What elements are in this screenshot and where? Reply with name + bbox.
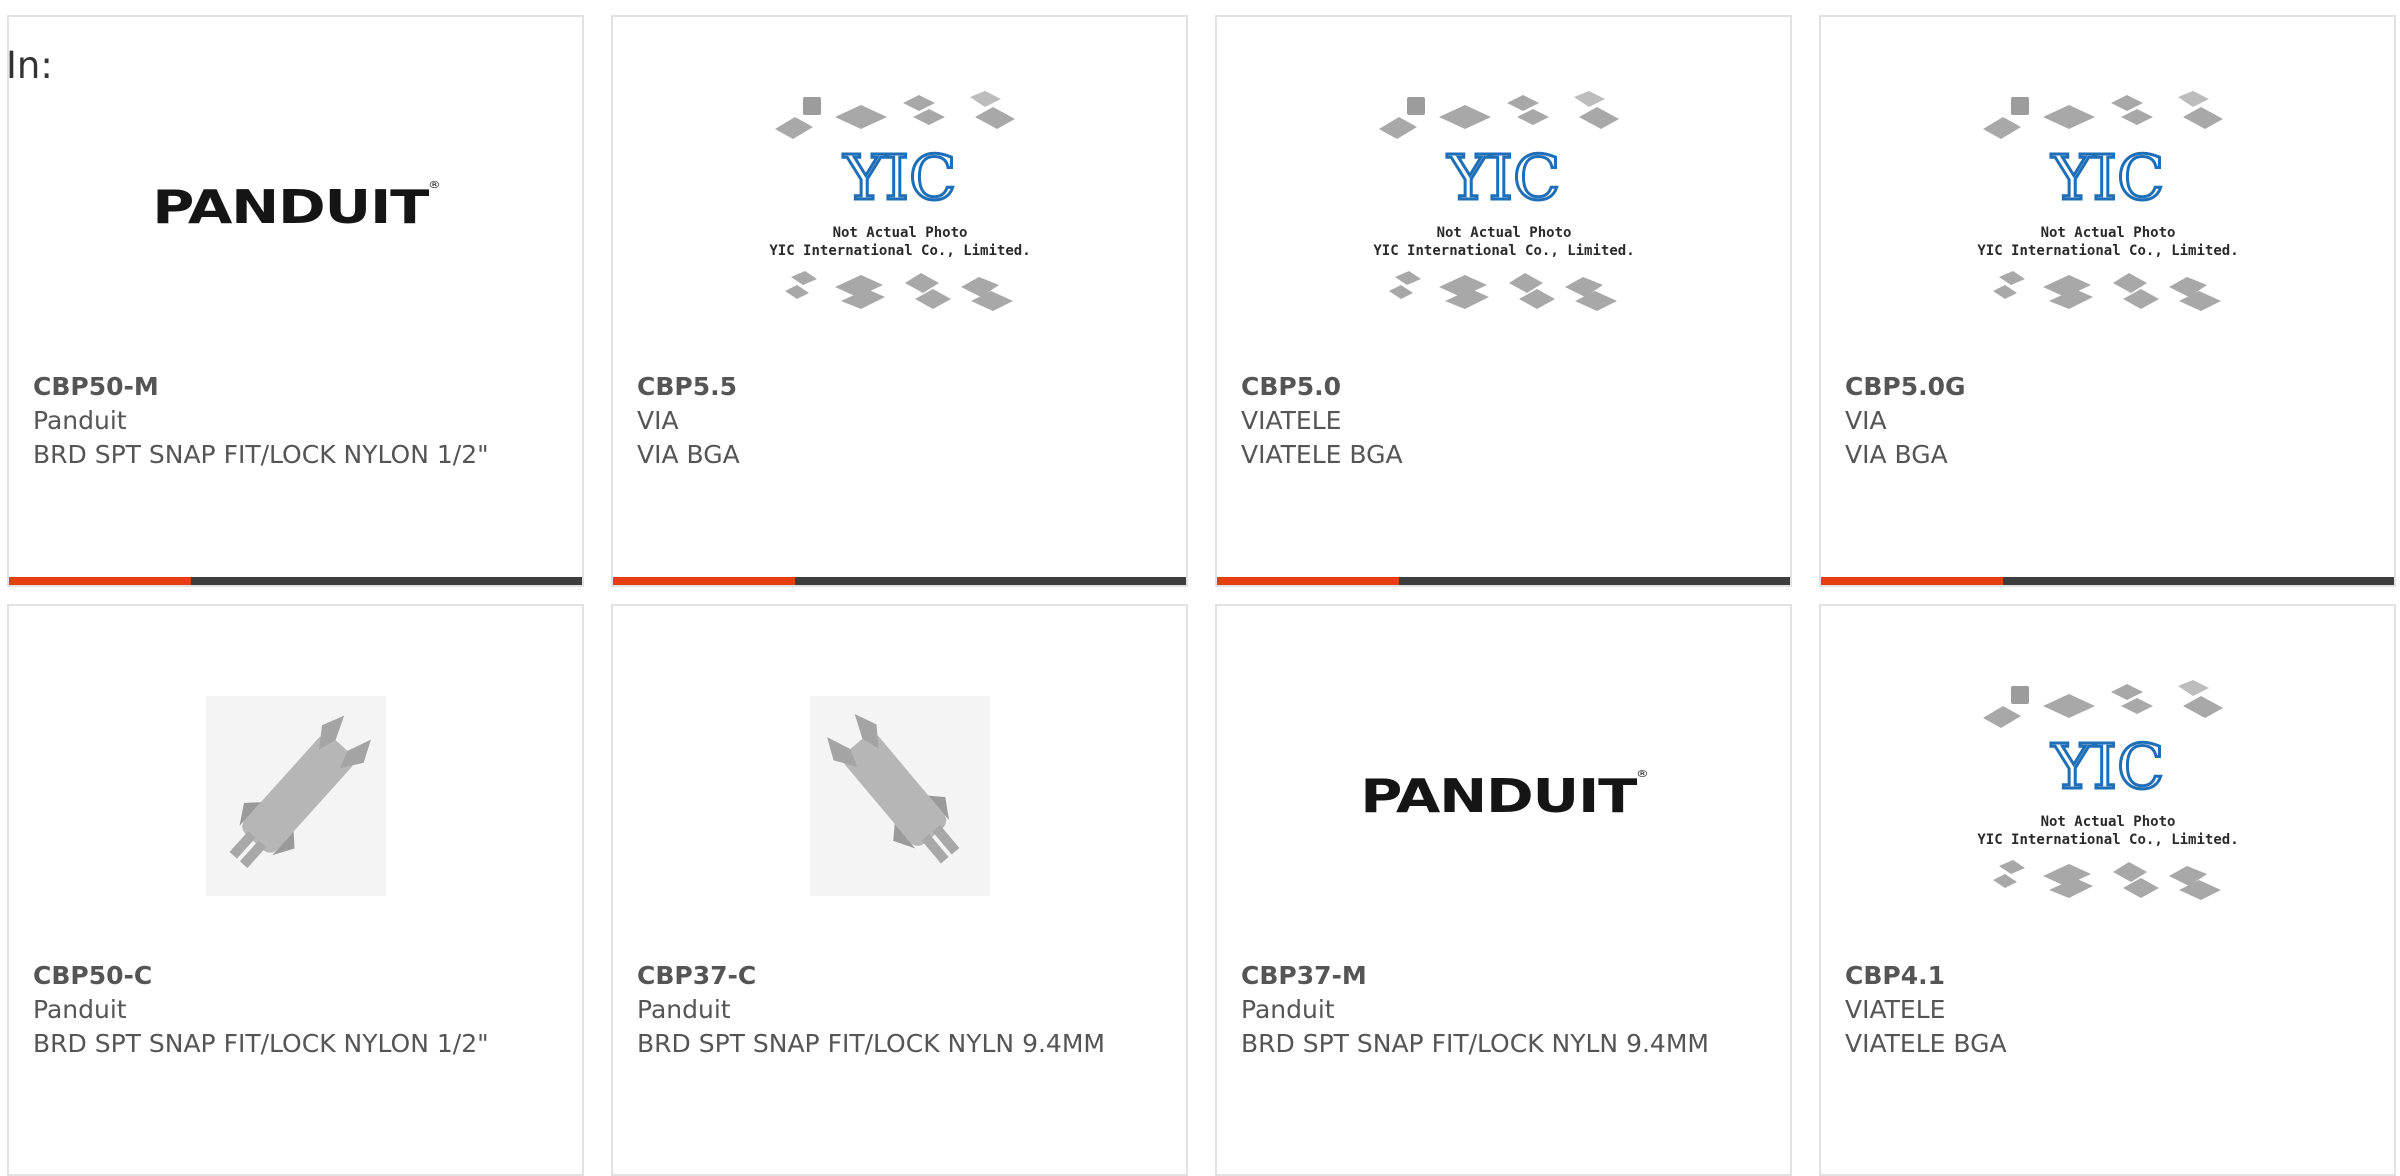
part-number[interactable]: CBP50-C (33, 959, 558, 993)
description: BRD SPT SNAP FIT/LOCK NYLN 9.4MM (1241, 1029, 1709, 1058)
product-card[interactable]: CBP50-C Panduit BRD SPT SNAP FIT/LOCK NY… (7, 604, 584, 1176)
panduit-logo: PANDUIT® (1359, 769, 1648, 823)
svg-text:YIC: YIC (1446, 141, 1560, 214)
card-bottom-bar (613, 577, 1186, 585)
product-image[interactable]: YIC Not Actual Photo YIC International C… (1217, 57, 1790, 357)
svg-text:YIC: YIC (2050, 730, 2164, 803)
product-card[interactable]: YIC Not Actual Photo YIC International C… (1819, 604, 2396, 1176)
part-number[interactable]: CBP4.1 (1845, 959, 2370, 993)
card-accent (1217, 577, 1399, 585)
svg-text:Not Actual Photo: Not Actual Photo (2040, 225, 2175, 241)
svg-text:YIC: YIC (2050, 141, 2164, 214)
description: BRD SPT SNAP FIT/LOCK NYLN 9.4MM (637, 1029, 1105, 1058)
svg-text:Not Actual Photo: Not Actual Photo (2040, 814, 2175, 830)
description: BRD SPT SNAP FIT/LOCK NYLON 1/2" (33, 440, 489, 469)
part-number[interactable]: CBP37-C (637, 959, 1162, 993)
description: BRD SPT SNAP FIT/LOCK NYLON 1/2" (33, 1029, 489, 1058)
svg-text:YIC International Co., Limited: YIC International Co., Limited. (1977, 832, 2238, 848)
description: VIA BGA (637, 440, 740, 469)
yic-placeholder-image: YIC Not Actual Photo YIC International C… (1977, 680, 2238, 900)
product-card[interactable]: YIC Not Actual Photo YIC International C… (611, 15, 1188, 587)
product-card[interactable]: PANDUIT® CBP37-M Panduit BRD SPT SNAP FI… (1215, 604, 1792, 1176)
card-bottom-bar (9, 577, 582, 585)
manufacturer: VIATELE (1845, 995, 1946, 1024)
part-number[interactable]: CBP5.0 (1241, 370, 1766, 404)
part-number[interactable]: CBP5.0G (1845, 370, 2370, 404)
description: VIATELE BGA (1845, 1029, 2007, 1058)
manufacturer: Panduit (33, 406, 127, 435)
product-card[interactable]: CBP37-C Panduit BRD SPT SNAP FIT/LOCK NY… (611, 604, 1188, 1176)
yic-placeholder-image: YIC Not Actual Photo YIC International C… (769, 91, 1030, 311)
product-image[interactable]: YIC Not Actual Photo YIC International C… (1821, 57, 2394, 357)
svg-text:YIC International Co., Limited: YIC International Co., Limited. (769, 243, 1030, 259)
panduit-logo: PANDUIT® (151, 180, 440, 234)
product-image[interactable]: PANDUIT® (1217, 646, 1790, 946)
manufacturer: Panduit (33, 995, 127, 1024)
product-image[interactable] (613, 646, 1186, 946)
manufacturer: VIATELE (1241, 406, 1342, 435)
svg-text:YIC International Co., Limited: YIC International Co., Limited. (1373, 243, 1634, 259)
in-label: In: (6, 44, 53, 87)
svg-text:Not Actual Photo: Not Actual Photo (832, 225, 967, 241)
card-accent (1821, 577, 2003, 585)
snap-spacer-photo (809, 696, 990, 896)
part-number[interactable]: CBP5.5 (637, 370, 1162, 404)
manufacturer: VIA (637, 406, 679, 435)
yic-placeholder-image: YIC Not Actual Photo YIC International C… (1373, 91, 1634, 311)
manufacturer: Panduit (637, 995, 731, 1024)
card-bottom-bar (1821, 577, 2394, 585)
card-bottom-bar (1217, 577, 1790, 585)
card-accent (9, 577, 191, 585)
product-grid: PANDUIT® CBP50-M Panduit BRD SPT SNAP FI… (0, 0, 2400, 1176)
product-card[interactable]: PANDUIT® CBP50-M Panduit BRD SPT SNAP FI… (7, 15, 584, 587)
description: VIATELE BGA (1241, 440, 1403, 469)
svg-text:Not Actual Photo: Not Actual Photo (1436, 225, 1571, 241)
product-image[interactable] (9, 646, 582, 946)
manufacturer: Panduit (1241, 995, 1335, 1024)
description: VIA BGA (1845, 440, 1948, 469)
part-number[interactable]: CBP37-M (1241, 959, 1766, 993)
snap-spacer-photo (205, 696, 386, 896)
svg-text:YIC: YIC (842, 141, 956, 214)
product-image[interactable]: YIC Not Actual Photo YIC International C… (613, 57, 1186, 357)
svg-text:YIC International Co., Limited: YIC International Co., Limited. (1977, 243, 2238, 259)
yic-placeholder-image: YIC Not Actual Photo YIC International C… (1977, 91, 2238, 311)
product-image[interactable]: PANDUIT® (9, 57, 582, 357)
part-number[interactable]: CBP50-M (33, 370, 558, 404)
product-card[interactable]: YIC Not Actual Photo YIC International C… (1819, 15, 2396, 587)
manufacturer: VIA (1845, 406, 1887, 435)
product-image[interactable]: YIC Not Actual Photo YIC International C… (1821, 646, 2394, 946)
card-accent (613, 577, 795, 585)
product-card[interactable]: YIC Not Actual Photo YIC International C… (1215, 15, 1792, 587)
